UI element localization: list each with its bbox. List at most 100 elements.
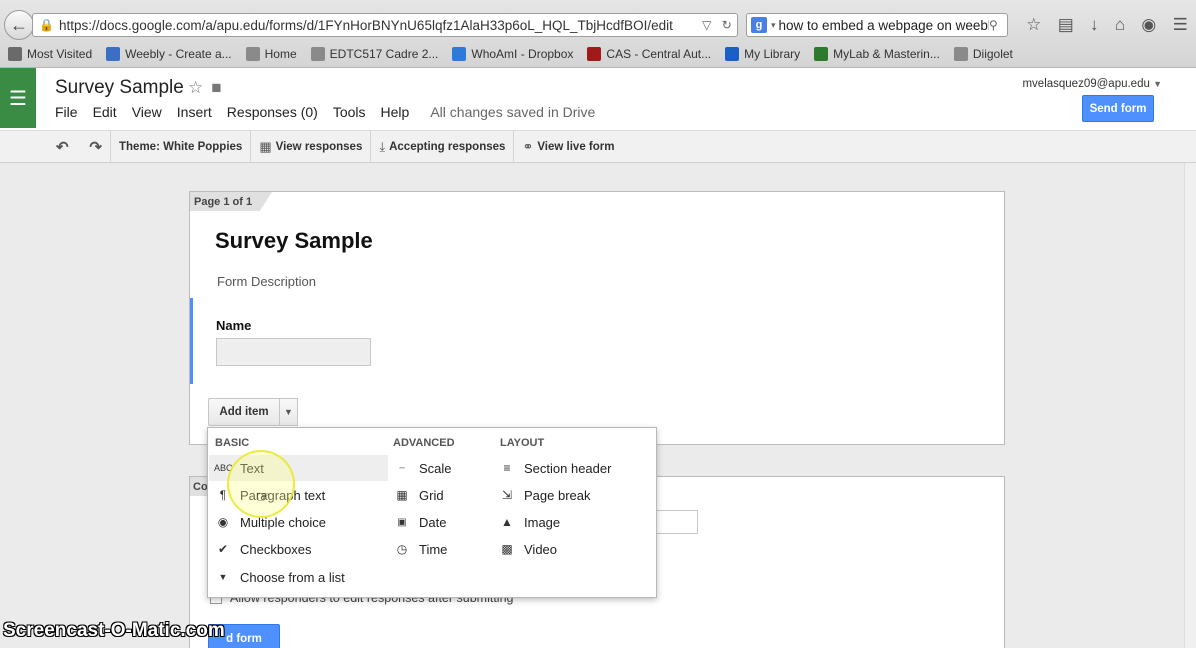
menu-item-grid[interactable]: ▦ Grid [393, 482, 443, 508]
url-text: https://docs.google.com/a/apu.edu/forms/… [59, 17, 673, 33]
extension-icon[interactable]: ◉ [1141, 15, 1156, 35]
search-text: how to embed a webpage on weebl [778, 17, 989, 33]
question-label[interactable]: Name [216, 318, 251, 333]
page-indicator: Page 1 of 1 [190, 192, 273, 211]
add-item-control: Add item ▼ [208, 398, 298, 426]
dropdown-arrow-icon[interactable]: ▽ [702, 18, 711, 32]
address-bar[interactable]: 🔒 https://docs.google.com/a/apu.edu/form… [32, 13, 738, 37]
hand-cursor-icon: ☞ [256, 489, 271, 506]
toolbar-divider [110, 130, 111, 163]
form-description[interactable]: Form Description [217, 274, 316, 289]
bookmark-favicon-icon [452, 47, 467, 61]
bookmark-item[interactable]: MyLab & Masterin... [814, 47, 940, 61]
redo-icon[interactable]: ↷ [89, 138, 102, 156]
name-answer-field[interactable] [216, 338, 371, 366]
bookmark-item[interactable]: Most Visited [8, 47, 92, 61]
bookmark-favicon-icon [106, 47, 121, 61]
menu-tools[interactable]: Tools [333, 104, 366, 120]
star-icon[interactable]: ☆ [188, 78, 211, 97]
bookmark-favicon-icon [953, 47, 968, 61]
view-live-form-button[interactable]: ⚭ View live form [522, 139, 614, 155]
link-globe-icon: ⚭ [522, 138, 534, 154]
calendar-icon: ▣ [397, 516, 407, 528]
bookmark-item[interactable]: Home [245, 47, 297, 61]
reload-icon[interactable]: ↻ [722, 18, 732, 32]
bookmark-item[interactable]: WhoAmI - Dropbox [452, 47, 573, 61]
toolbar-divider [370, 130, 372, 163]
bookmark-favicon-icon [310, 47, 325, 61]
undo-redo-group: ↶ ↷ [56, 138, 102, 156]
docs-header: ☰ Survey Sample ☆■ File Edit View Insert… [0, 68, 1196, 130]
section-header-icon: ≡ [503, 461, 511, 475]
menu-item-scale[interactable]: ┄ Scale [393, 455, 451, 481]
form-page-card: Page 1 of 1 Survey Sample Form Descripti… [189, 191, 1005, 445]
bookmark-item[interactable]: Weebly - Create a... [106, 47, 232, 61]
confirmation-message-field[interactable] [656, 510, 698, 534]
page-scrollbar[interactable] [1184, 163, 1196, 648]
accepting-responses-button[interactable]: ⤓ Accepting responses [379, 139, 505, 155]
menu-item-checkboxes[interactable]: ✔ Checkboxes [214, 536, 312, 562]
google-search-icon[interactable]: g [751, 17, 767, 33]
bookmark-item[interactable]: Diigolet [953, 47, 1013, 61]
back-arrow-icon: ← [10, 14, 28, 35]
bookmark-item[interactable]: My Library [725, 47, 800, 61]
menu-file[interactable]: File [55, 104, 78, 120]
forms-home-button[interactable]: ☰ [0, 68, 36, 128]
page-break-icon: ⇲ [501, 488, 513, 502]
theme-button[interactable]: Theme: White Poppies [119, 141, 242, 153]
add-item-dropdown-button[interactable]: ▼ [280, 398, 298, 426]
toolbar-divider [513, 130, 515, 163]
form-toolbar: ↶ ↷ Theme: White Poppies ▦ View responses… [0, 130, 1196, 163]
menu-edit[interactable]: Edit [93, 104, 117, 120]
menu-view[interactable]: View [132, 104, 162, 120]
menu-item-video[interactable]: ▩ Video [498, 536, 557, 562]
navigation-row: ← 🔒 https://docs.google.com/a/apu.edu/fo… [0, 8, 1196, 42]
grid-icon: ▦ [396, 488, 408, 502]
bookmark-star-icon[interactable]: ☆ [1026, 15, 1041, 35]
downloads-icon[interactable]: ↓ [1090, 15, 1099, 35]
title-icons: ☆■ [188, 78, 230, 98]
send-form-button[interactable]: Send form [1082, 95, 1154, 122]
inbox-download-icon: ⤓ [379, 138, 386, 154]
bookmark-item[interactable]: EDTC517 Cadre 2... [310, 47, 438, 61]
bookmark-item[interactable]: CAS - Central Aut... [587, 47, 711, 61]
folder-icon[interactable]: ■ [211, 78, 229, 97]
bookmarks-bar: Most Visited Weebly - Create a... Home E… [0, 42, 1196, 66]
save-status: All changes saved in Drive [430, 104, 596, 120]
radio-icon: ◉ [217, 515, 229, 529]
bookmarks-menu-icon[interactable]: ▤ [1058, 15, 1074, 35]
back-button[interactable]: ← [4, 10, 34, 40]
undo-icon[interactable]: ↶ [56, 138, 69, 156]
search-bar[interactable]: g ▾ how to embed a webpage on weebl ⚲ [746, 13, 1008, 37]
search-engine-chevron-icon[interactable]: ▾ [771, 20, 776, 31]
browser-toolbar-icons: ☆ ▤ ↓ ⌂ ◉ ☰ [1018, 12, 1196, 38]
image-icon: ▲ [501, 515, 513, 529]
account-menu[interactable]: mvelasquez09@apu.edu ▼ [1022, 78, 1162, 90]
basic-heading: BASIC [215, 437, 250, 449]
clock-icon: ◷ [396, 542, 408, 556]
menu-help[interactable]: Help [381, 104, 410, 120]
screencast-watermark: Screencast-O-Matic.com [3, 620, 225, 641]
home-icon[interactable]: ⌂ [1115, 15, 1125, 35]
document-title[interactable]: Survey Sample [55, 77, 184, 99]
chevron-down-icon: ▼ [284, 407, 293, 417]
scale-icon: ┄ [399, 462, 405, 473]
menu-icon[interactable]: ☰ [1173, 15, 1188, 35]
layout-heading: LAYOUT [500, 437, 545, 449]
menu-insert[interactable]: Insert [177, 104, 212, 120]
url-controls: ▽ ↻ [697, 18, 737, 32]
form-title[interactable]: Survey Sample [215, 228, 373, 254]
menu-item-date[interactable]: ▣ Date [393, 509, 446, 535]
menu-item-section-header[interactable]: ≡ Section header [498, 455, 611, 481]
magnifier-icon[interactable]: ⚲ [989, 18, 1007, 32]
menu-item-choose-from-list[interactable]: ▼ Choose from a list [214, 564, 345, 590]
menu-item-image[interactable]: ▲ Image [498, 509, 560, 535]
advanced-heading: ADVANCED [393, 437, 455, 449]
menu-item-page-break[interactable]: ⇲ Page break [498, 482, 591, 508]
view-responses-button[interactable]: ▦ View responses [259, 139, 362, 155]
add-item-button[interactable]: Add item [208, 398, 280, 426]
menu-responses[interactable]: Responses (0) [227, 104, 318, 120]
bookmark-favicon-icon [587, 47, 602, 61]
menu-item-time[interactable]: ◷ Time [393, 536, 448, 562]
account-chevron-icon: ▼ [1153, 79, 1162, 89]
